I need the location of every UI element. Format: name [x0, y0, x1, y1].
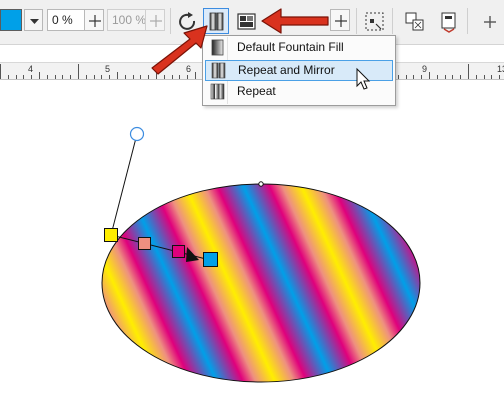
annotation-arrow-icon	[261, 8, 329, 34]
mouse-cursor-icon	[356, 67, 371, 90]
annotation-arrow-icon	[151, 25, 208, 75]
annotation-overlay	[151, 8, 371, 90]
